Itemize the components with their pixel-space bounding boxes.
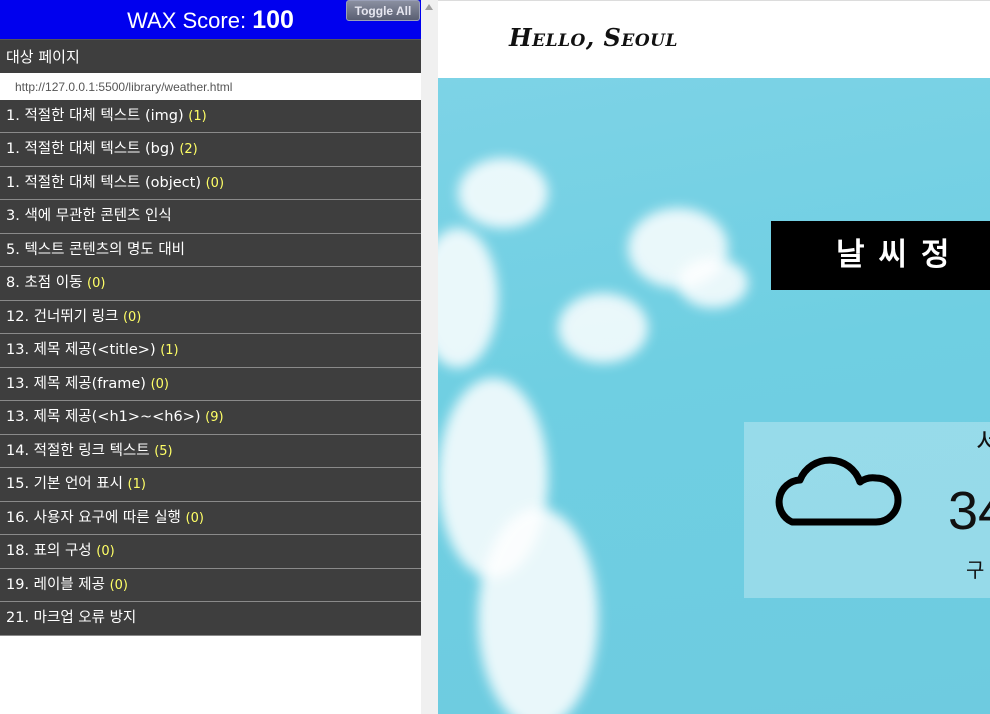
check-item-count: (0) bbox=[150, 376, 169, 392]
check-item[interactable]: 21. 마크업 오류 방지 bbox=[0, 602, 421, 636]
check-item[interactable]: 12. 건너뛰기 링크 (0) bbox=[0, 300, 421, 335]
check-item-label: 3. 색에 무관한 콘텐츠 인식 bbox=[6, 208, 172, 225]
check-item[interactable]: 13. 제목 제공(<title>) (1) bbox=[0, 334, 421, 368]
check-item[interactable]: 5. 텍스트 콘텐츠의 명도 대비 bbox=[0, 233, 421, 268]
cloud-icon bbox=[775, 456, 902, 526]
check-list: 1. 적절한 대체 텍스트 (img) (1) 1. 적절한 대체 텍스트 (bg… bbox=[0, 100, 421, 636]
check-item-label: 16. 사용자 요구에 따른 실행 bbox=[6, 509, 181, 526]
check-item[interactable]: 18. 표의 구성 (0) bbox=[0, 535, 421, 569]
check-item-label: 14. 적절한 링크 텍스트 bbox=[6, 442, 150, 459]
check-item-label: 1. 적절한 대체 텍스트 (bg) bbox=[6, 141, 175, 158]
weather-temperature: 34 bbox=[948, 481, 990, 541]
check-item-count: (2) bbox=[179, 142, 198, 158]
check-item-label: 8. 초점 이동 bbox=[6, 275, 83, 292]
check-item[interactable]: 16. 사용자 요구에 따른 실행 (0) bbox=[0, 501, 421, 536]
sky-cloud-decoration bbox=[558, 293, 648, 363]
check-item-label: 15. 기본 언어 표시 bbox=[6, 476, 123, 493]
check-item-count: (9) bbox=[205, 410, 224, 426]
check-item-count: (0) bbox=[87, 276, 106, 292]
check-item-count: (0) bbox=[205, 175, 225, 191]
check-item[interactable]: 19. 레이블 제공 (0) bbox=[0, 568, 421, 603]
check-item[interactable]: 15. 기본 언어 표시 (1) bbox=[0, 468, 421, 502]
sky-cloud-decoration bbox=[458, 158, 548, 228]
check-item-label: 19. 레이블 제공 bbox=[6, 576, 105, 593]
check-item[interactable]: 8. 초점 이동 (0) bbox=[0, 267, 421, 301]
target-page-heading[interactable]: 대상 페이지 bbox=[0, 39, 421, 73]
check-item[interactable]: 14. 적절한 링크 텍스트 (5) bbox=[0, 434, 421, 469]
check-item-label: 12. 건너뛰기 링크 bbox=[6, 308, 119, 325]
check-item-count: (1) bbox=[160, 343, 179, 359]
check-item[interactable]: 13. 제목 제공(<h1>~<h6>) (9) bbox=[0, 401, 421, 435]
wax-score-value: 100 bbox=[252, 6, 294, 34]
check-item-label: 1. 적절한 대체 텍스트 (object) bbox=[6, 174, 201, 191]
check-item-count: (5) bbox=[154, 443, 173, 459]
sky-cloud-decoration bbox=[678, 258, 748, 308]
sky-cloud-decoration bbox=[478, 508, 598, 714]
wax-panel: WAX Score: 100 Toggle All 대상 페이지 http://… bbox=[0, 0, 421, 714]
web-page: Hello, Seoul 날씨정 서 34 구 bbox=[438, 0, 990, 714]
check-item-count: (0) bbox=[96, 544, 115, 560]
check-item-count: (0) bbox=[109, 577, 129, 593]
sky-cloud-decoration bbox=[438, 228, 498, 368]
check-item-label: 5. 텍스트 콘텐츠의 명도 대비 bbox=[6, 241, 186, 258]
check-item-count: (0) bbox=[185, 510, 204, 526]
wax-score-label: WAX Score: bbox=[127, 8, 247, 33]
site-header: Hello, Seoul bbox=[438, 0, 990, 79]
weather-card: 서 34 구 bbox=[744, 422, 990, 598]
check-item-label: 21. 마크업 오류 방지 bbox=[6, 610, 137, 627]
check-item[interactable]: 3. 색에 무관한 콘텐츠 인식 bbox=[0, 200, 421, 234]
check-item[interactable]: 1. 적절한 대체 텍스트 (bg) (2) bbox=[0, 133, 421, 167]
scrollbar[interactable] bbox=[421, 0, 438, 714]
toggle-all-button[interactable]: Toggle All bbox=[346, 0, 420, 21]
check-item-label: 13. 제목 제공(<title>) bbox=[6, 342, 156, 359]
site-title[interactable]: Hello, Seoul bbox=[509, 23, 678, 52]
check-item-count: (0) bbox=[122, 309, 142, 325]
check-item[interactable]: 1. 적절한 대체 텍스트 (img) (1) bbox=[0, 100, 421, 134]
scroll-up-arrow-icon[interactable] bbox=[425, 4, 433, 10]
check-item[interactable]: 13. 제목 제공(frame) (0) bbox=[0, 367, 421, 402]
check-item-count: (1) bbox=[127, 477, 146, 493]
check-item-label: 1. 적절한 대체 텍스트 (img) bbox=[6, 108, 184, 124]
weather-banner: 날씨정 bbox=[771, 221, 990, 290]
check-item[interactable]: 1. 적절한 대체 텍스트 (object) (0) bbox=[0, 166, 421, 201]
check-item-count: (1) bbox=[188, 109, 207, 124]
check-item-label: 13. 제목 제공(<h1>~<h6>) bbox=[6, 409, 201, 426]
weather-description: 구 bbox=[966, 558, 985, 582]
check-item-label: 13. 제목 제공(frame) bbox=[6, 375, 146, 392]
hero-section: 날씨정 서 34 구 bbox=[438, 78, 990, 714]
weather-city: 서 bbox=[976, 428, 990, 458]
check-item-label: 18. 표의 구성 bbox=[6, 543, 92, 560]
target-page-url: http://127.0.0.1:5500/library/weather.ht… bbox=[0, 73, 421, 100]
